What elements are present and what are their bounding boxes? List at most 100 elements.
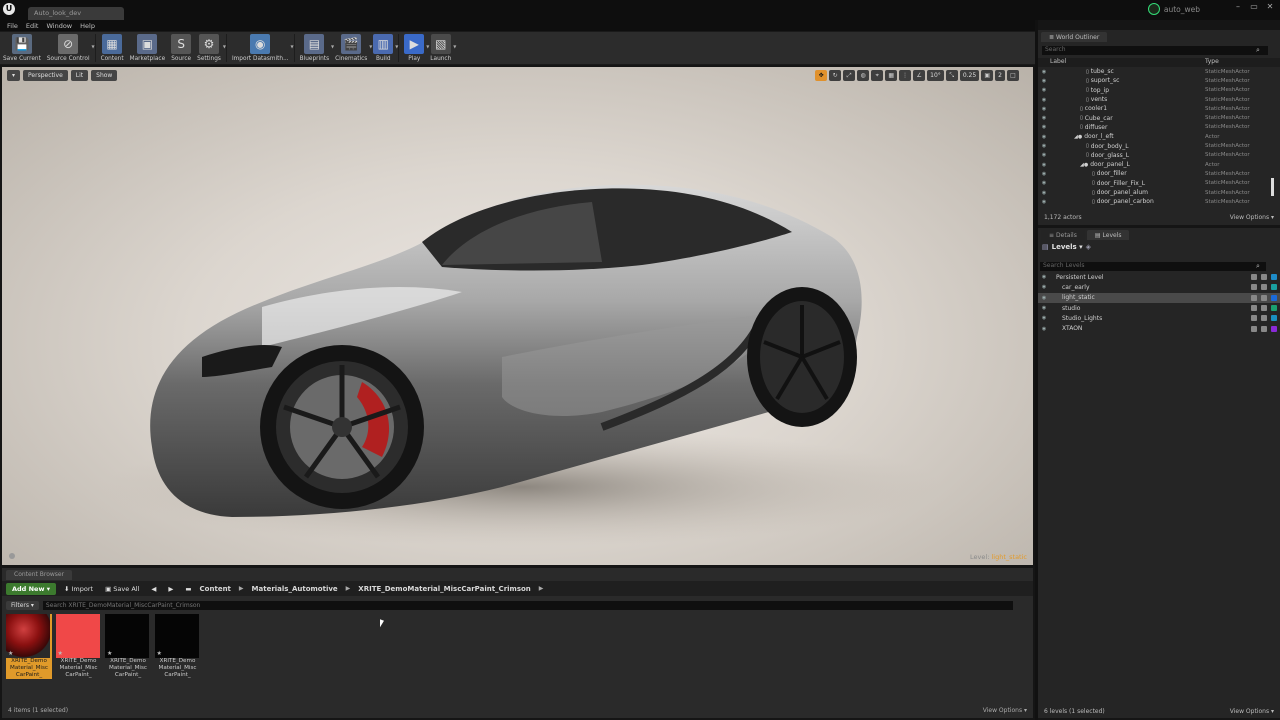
level-row[interactable]: ◉ light_static xyxy=(1038,292,1280,303)
outliner-search-input[interactable]: Search xyxy=(1042,46,1268,55)
scale-snap-icon[interactable]: ⤡ xyxy=(945,70,958,81)
favorite-star-icon[interactable]: ★ xyxy=(8,650,13,657)
rotation-snap-value[interactable]: 10° xyxy=(927,70,944,81)
unreal-logo-icon[interactable]: U xyxy=(3,3,15,15)
perspective-button[interactable]: Perspective xyxy=(23,70,68,81)
chevron-down-icon[interactable]: ▼ xyxy=(291,44,294,49)
source-button[interactable]: S Source xyxy=(168,34,194,62)
document-tab[interactable]: Auto_look_dev xyxy=(28,7,124,20)
asset-search-input[interactable] xyxy=(42,600,1013,610)
visibility-eye-icon[interactable]: ◉ xyxy=(1038,97,1050,103)
summon-icon[interactable]: ◈ xyxy=(1086,243,1091,251)
lock-icon[interactable] xyxy=(1251,325,1257,332)
visibility-eye-icon[interactable]: ◉ xyxy=(1038,124,1050,130)
levels-menu-button[interactable]: ▤ Levels ▾ ◈ xyxy=(1042,243,1091,251)
add-new-button[interactable]: Add New ▾ xyxy=(6,582,56,595)
menu-help[interactable]: Help xyxy=(80,22,95,30)
visibility-eye-icon[interactable]: ◉ xyxy=(1038,171,1050,177)
visibility-eye-icon[interactable]: ◉ xyxy=(1038,326,1050,332)
import-button[interactable]: ⬇ Import xyxy=(60,583,97,595)
menu-window[interactable]: Window xyxy=(46,22,72,30)
color-swatch[interactable] xyxy=(1271,274,1277,281)
visibility-eye-icon[interactable]: ◉ xyxy=(1038,305,1050,311)
chevron-down-icon[interactable]: ▼ xyxy=(91,44,94,49)
color-swatch[interactable] xyxy=(1271,325,1277,332)
forward-button[interactable]: ▶ xyxy=(164,583,177,595)
save-icon[interactable] xyxy=(1261,315,1267,322)
visibility-eye-icon[interactable]: ◉ xyxy=(1038,152,1050,158)
lock-icon[interactable] xyxy=(1251,315,1257,322)
type-column-header[interactable]: Type xyxy=(1205,58,1219,67)
scale-icon[interactable]: ⤢ xyxy=(843,70,856,81)
visibility-eye-icon[interactable]: ◉ xyxy=(1038,115,1050,121)
menu-edit[interactable]: Edit xyxy=(26,22,39,30)
levels-search-input[interactable]: Search Levels xyxy=(1040,262,1266,271)
label-column-header[interactable]: Label xyxy=(1050,58,1205,67)
settings-button[interactable]: ⚙ Settings ▼ xyxy=(194,34,226,62)
grid-size-icon[interactable]: ⋮ xyxy=(899,70,912,81)
level-row[interactable]: ◉ studio xyxy=(1038,303,1280,313)
scale-snap-value[interactable]: 0.25 xyxy=(959,70,980,81)
visibility-eye-icon[interactable]: ◉ xyxy=(1038,78,1050,84)
menu-file[interactable]: File xyxy=(7,22,18,30)
level-row[interactable]: ◉ car_early xyxy=(1038,282,1280,292)
color-swatch[interactable] xyxy=(1271,294,1277,301)
level-row[interactable]: ◉ XTAON xyxy=(1038,323,1280,333)
maximize-button[interactable]: ▭ xyxy=(1248,2,1260,12)
outliner-row[interactable]: ◉ ▯ tube_sc StaticMeshActor xyxy=(1038,67,1274,76)
save-icon[interactable] xyxy=(1261,325,1267,332)
favorite-star-icon[interactable]: ★ xyxy=(157,650,162,657)
chevron-down-icon[interactable]: ▼ xyxy=(453,44,456,49)
outliner-row[interactable]: ◉ ▯ cooler1 StaticMeshActor xyxy=(1038,104,1274,113)
outliner-row[interactable]: ◉ ▯ vents StaticMeshActor xyxy=(1038,95,1274,104)
lock-icon[interactable] xyxy=(1251,305,1257,312)
source-control-status-icon[interactable] xyxy=(1147,3,1160,15)
camera-speed-icon[interactable]: ▣ xyxy=(981,70,994,81)
maximize-viewport-icon[interactable]: □ xyxy=(1007,70,1019,81)
outliner-scrollbar[interactable] xyxy=(1271,178,1274,196)
play-button[interactable]: ▶ Play ▼ xyxy=(401,34,429,62)
level-row[interactable]: ◉ Studio_Lights xyxy=(1038,313,1280,323)
asset-tile[interactable]: ★ XRITE_Demo Material_Misc CarPaint_ xyxy=(55,614,102,679)
color-swatch[interactable] xyxy=(1271,305,1277,312)
visibility-eye-icon[interactable]: ◉ xyxy=(1038,274,1050,280)
filters-button[interactable]: Filters ▾ xyxy=(6,600,39,610)
content-browser-tab[interactable]: Content Browser xyxy=(6,570,73,580)
rotate-icon[interactable]: ↻ xyxy=(829,70,842,81)
save-icon[interactable] xyxy=(1261,284,1267,291)
breadcrumb-content[interactable]: Content xyxy=(200,585,231,593)
outliner-row[interactable]: ◉ ▯ Cube_car StaticMeshActor xyxy=(1038,113,1274,122)
close-button[interactable]: ✕ xyxy=(1264,2,1276,12)
levels-tab[interactable]: ▤ Levels xyxy=(1086,230,1130,240)
outliner-row[interactable]: ◉ ◢● door_l_eft Actor xyxy=(1038,132,1274,141)
outliner-row[interactable]: ◉ ▯ door_filler StaticMeshActor xyxy=(1038,169,1274,178)
viewport-options-button[interactable]: ▾ xyxy=(7,70,21,81)
save-icon[interactable] xyxy=(1261,294,1267,301)
save-all-button[interactable]: ▣ Save All xyxy=(101,583,143,595)
color-swatch[interactable] xyxy=(1271,284,1277,291)
visibility-eye-icon[interactable]: ◉ xyxy=(1038,134,1050,140)
expand-arrow-icon[interactable]: ◢● xyxy=(1080,162,1088,168)
build-button[interactable]: ▥ Build ▼ xyxy=(370,34,398,62)
visibility-eye-icon[interactable]: ◉ xyxy=(1038,190,1050,196)
lock-icon[interactable] xyxy=(1251,284,1257,291)
color-swatch[interactable] xyxy=(1271,315,1277,322)
favorite-star-icon[interactable]: ★ xyxy=(58,650,63,657)
visibility-eye-icon[interactable]: ◉ xyxy=(1038,162,1050,168)
lock-icon[interactable] xyxy=(1251,274,1257,281)
asset-tile[interactable]: ★ XRITE_Demo Material_Misc CarPaint_ xyxy=(154,614,201,679)
back-button[interactable]: ◀ xyxy=(147,583,160,595)
visibility-eye-icon[interactable]: ◉ xyxy=(1038,315,1050,321)
outliner-row[interactable]: ◉ ◢● door_panel_L Actor xyxy=(1038,160,1274,169)
save-icon[interactable] xyxy=(1261,274,1267,281)
outliner-row[interactable]: ◉ ▯ suport_sc StaticMeshActor xyxy=(1038,76,1274,85)
view-options-button[interactable]: View Options ▾ xyxy=(983,707,1027,714)
camera-speed-value[interactable]: 2 xyxy=(995,70,1005,81)
visibility-eye-icon[interactable]: ◉ xyxy=(1038,295,1050,301)
expand-arrow-icon[interactable]: ◢● xyxy=(1074,134,1082,140)
outliner-row[interactable]: ◉ ▯ door_Filler_Fix_L StaticMeshActor xyxy=(1038,179,1274,188)
outliner-row[interactable]: ◉ ▯ door_panel_alum StaticMeshActor xyxy=(1038,188,1274,197)
save-icon[interactable] xyxy=(1261,305,1267,312)
chevron-down-icon[interactable]: ▼ xyxy=(395,44,398,49)
level-viewport[interactable]: ▾ Perspective Lit Show ✥ ↻ ⤢ ◍ ⌖ ▦ ⋮ ∠ 1… xyxy=(2,67,1033,565)
